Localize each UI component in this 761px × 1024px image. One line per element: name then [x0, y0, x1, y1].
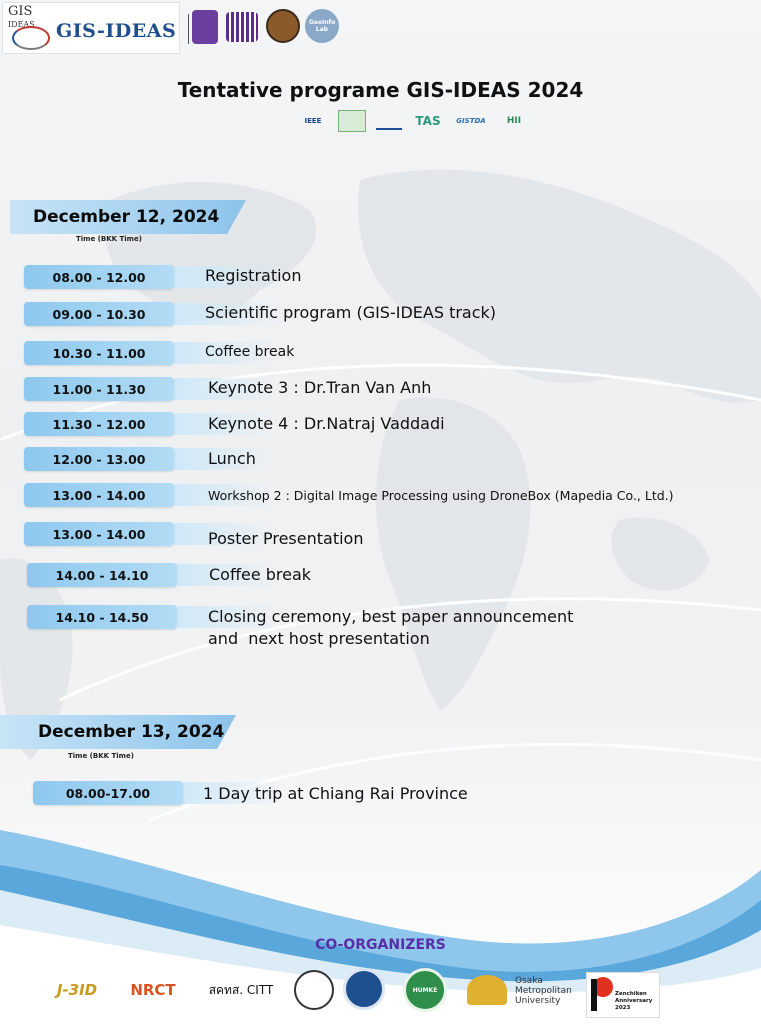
schedule-activity: Keynote 4 : Dr.Natraj Vaddadi — [208, 414, 445, 433]
geoinfo-lab-logo: GeoInfo Lab — [305, 9, 339, 43]
university-seal-icon — [192, 10, 218, 44]
day1-date: December 12, 2024 — [33, 207, 220, 227]
humke-logo-text: HUMKE — [412, 986, 438, 994]
schedule-time-pill: 12.00 - 13.00 — [24, 447, 174, 471]
humke-seal-icon: HUMKE — [403, 968, 447, 1012]
schedule-time-pill: 13.00 - 14.00 — [24, 522, 174, 546]
coorganizers-heading: CO-ORGANIZERS — [315, 937, 446, 953]
schedule-time-pill: 09.00 - 10.30 — [24, 302, 174, 326]
schedule-time-pill: 08.00 - 12.00 — [24, 265, 174, 289]
society-seal-icon — [266, 9, 300, 43]
schedule-activity: Registration — [205, 266, 302, 285]
citt-logo: สคทส. CITT — [198, 968, 284, 1012]
sponsor-hii-logo: HII — [506, 116, 522, 126]
globe-icon — [12, 26, 50, 50]
nrct-logo: NRCT — [118, 968, 188, 1012]
j3id-logo-text: J-3ID — [56, 981, 98, 999]
schedule-time-pill: 11.00 - 11.30 — [24, 377, 174, 401]
schedule-time-pill: 14.10 - 14.50 — [27, 605, 177, 629]
zenchiken-logo: Zenchiken Anniversary 2023 — [586, 972, 660, 1018]
thai-agency-seal-icon — [294, 970, 334, 1010]
geoinfo-lab-text: GeoInfo Lab — [309, 19, 336, 33]
sponsor-gistda-logo: GISTDA — [456, 117, 486, 125]
header-divider — [188, 14, 189, 44]
day1-time-label: Time (BKK Time) — [76, 235, 142, 243]
zenchiken-bar-icon — [591, 979, 597, 1011]
schedule-time-pill: 11.30 - 12.00 — [24, 412, 174, 436]
schedule-activity: Workshop 2 : Digital Image Processing us… — [208, 488, 674, 503]
osaka-ginkgo-icon — [467, 975, 507, 1005]
schedule-activity: Keynote 3 : Dr.Tran Van Anh — [208, 378, 432, 397]
schedule-activity: Coffee break — [205, 344, 295, 360]
schedule-activity: Poster Presentation — [208, 529, 364, 548]
zenchiken-logo-text: Zenchiken Anniversary 2023 — [615, 991, 653, 1011]
blue-institute-seal-icon — [343, 968, 385, 1010]
schedule-activity: Scientific program (GIS-IDEAS track) — [205, 303, 497, 322]
citt-logo-text: สคทส. CITT — [208, 982, 274, 997]
day2-time-pill: 08.00-17.00 — [33, 781, 183, 805]
schedule-time-pill: 10.30 - 11.00 — [24, 341, 174, 365]
page-title: Tentative programe GIS-IDEAS 2024 — [177, 78, 584, 102]
schedule-activity: Closing ceremony, best paper announcemen… — [208, 607, 574, 626]
sponsor-ieee-logo: IEEE — [304, 117, 322, 125]
logo-gis-text: GIS — [8, 4, 33, 19]
schedule-time-pill: 14.00 - 14.10 — [27, 563, 177, 587]
day2-activity: 1 Day trip at Chiang Rai Province — [203, 784, 468, 803]
osaka-metropolitan-logo-text: Osaka Metropolitan University — [515, 976, 572, 1006]
j3id-logo: J-3ID — [46, 968, 108, 1012]
schedule-activity-continued: and next host presentation — [208, 629, 430, 648]
institute-logo-icon — [226, 12, 258, 42]
sponsor-logo-2 — [338, 110, 366, 132]
logo-wordmark: GIS-IDEAS — [56, 20, 177, 42]
sponsor-tas-logo: TAS — [415, 114, 441, 128]
sponsor-logo-3 — [376, 112, 402, 130]
day2-date: December 13, 2024 — [38, 722, 225, 742]
schedule-time-pill: 13.00 - 14.00 — [24, 483, 174, 507]
day2-time-label: Time (BKK Time) — [68, 752, 134, 760]
nrct-logo-text: NRCT — [130, 981, 176, 999]
schedule-activity: Coffee break — [209, 565, 312, 584]
schedule-activity: Lunch — [208, 449, 256, 468]
